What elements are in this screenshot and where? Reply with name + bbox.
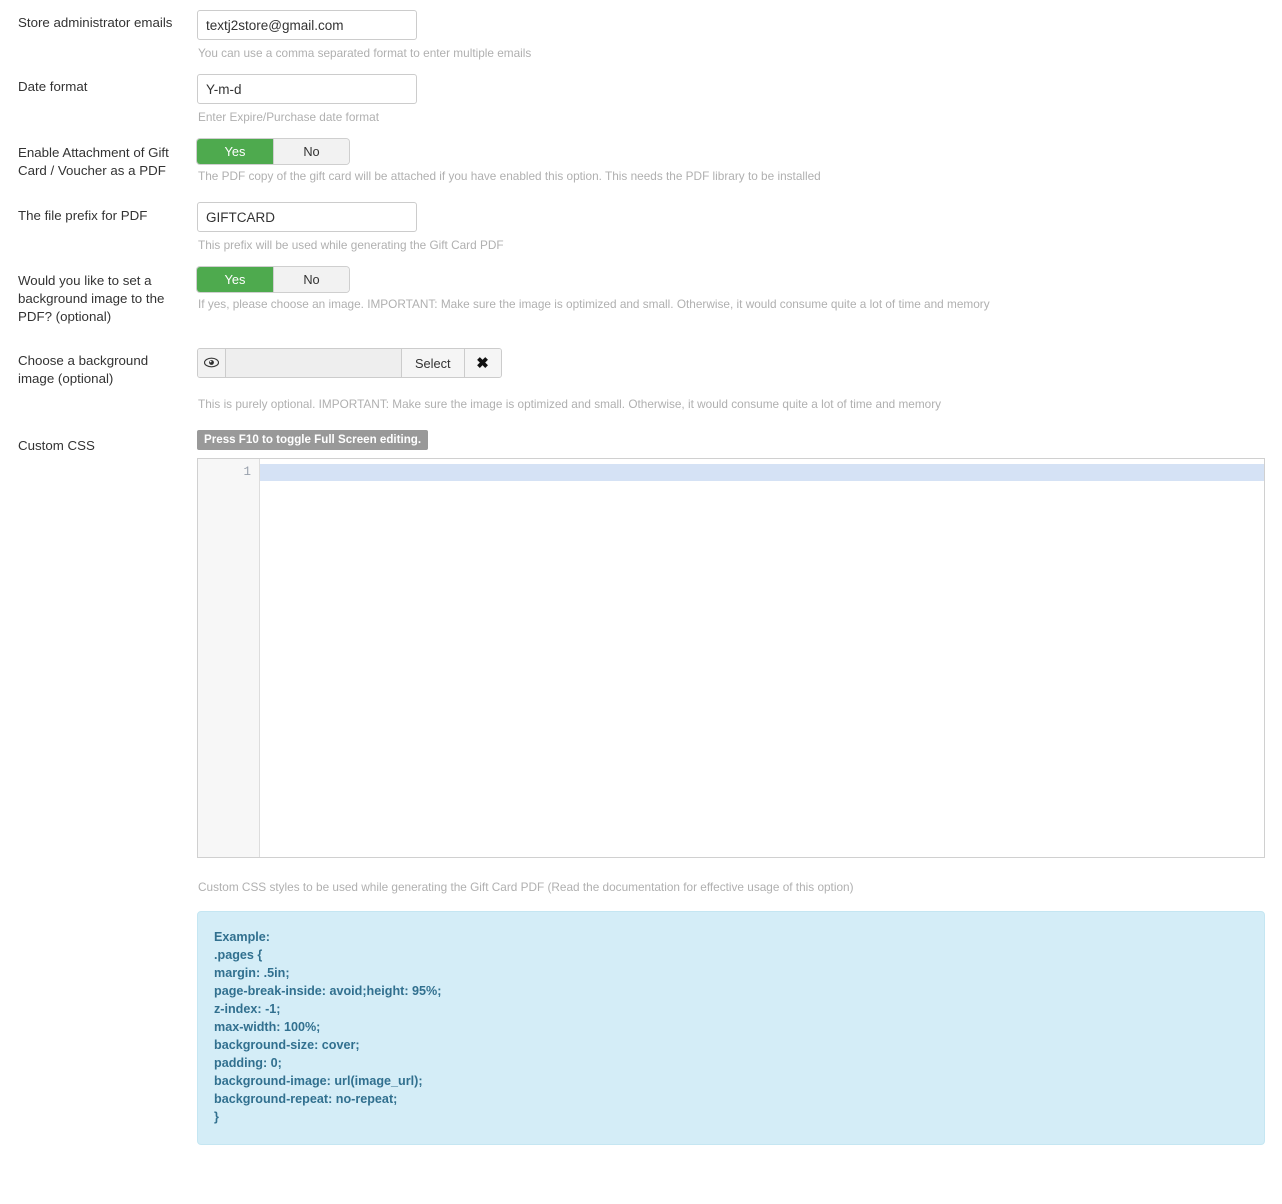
example-line: background-repeat: no-repeat; [214, 1092, 398, 1106]
enable-pdf-attachment-toggle[interactable]: Yes No [197, 139, 349, 164]
example-line: margin: .5in; [214, 966, 290, 980]
set-background-image-toggle[interactable]: Yes No [197, 267, 349, 292]
preview-button[interactable] [198, 349, 226, 377]
set-background-image-no[interactable]: No [273, 267, 349, 292]
editor-code-text[interactable] [260, 459, 1264, 464]
example-line: Example: [214, 930, 270, 944]
file-prefix-input[interactable] [197, 202, 417, 232]
label-file-prefix: The file prefix for PDF [18, 208, 148, 223]
example-line: background-size: cover; [214, 1038, 360, 1052]
set-background-image-yes[interactable]: Yes [197, 267, 273, 292]
label-enable-pdf-attachment: Enable Attachment of Gift Card / Voucher… [18, 145, 169, 178]
help-admin-emails: You can use a comma separated format to … [198, 46, 532, 60]
date-format-input[interactable] [197, 74, 417, 104]
example-line: } [214, 1110, 219, 1124]
help-set-background-image: If yes, please choose an image. IMPORTAN… [198, 297, 990, 311]
css-example-panel: Example: .pages { margin: .5in; page-bre… [197, 911, 1265, 1145]
example-line: padding: 0; [214, 1056, 282, 1070]
help-custom-css: Custom CSS styles to be used while gener… [198, 880, 854, 894]
help-file-prefix: This prefix will be used while generatin… [198, 238, 504, 252]
label-choose-background-image: Choose a background image (optional) [18, 353, 149, 386]
help-enable-pdf-attachment: The PDF copy of the gift card will be at… [198, 169, 821, 183]
custom-css-code-editor[interactable]: 1 [197, 458, 1265, 858]
fullscreen-hint-badge: Press F10 to toggle Full Screen editing. [197, 430, 429, 450]
background-image-picker: Select ✖ [197, 348, 502, 378]
clear-image-button[interactable]: ✖ [464, 349, 501, 377]
background-image-input[interactable] [226, 349, 401, 377]
example-line: background-image: url(image_url); [214, 1074, 423, 1088]
label-set-background-image: Would you like to set a background image… [18, 273, 165, 324]
select-image-button[interactable]: Select [401, 349, 465, 377]
example-line: page-break-inside: avoid;height: 95%; [214, 984, 442, 998]
help-choose-background-image: This is purely optional. IMPORTANT: Make… [198, 397, 942, 411]
enable-pdf-attachment-yes[interactable]: Yes [197, 139, 273, 164]
example-line: z-index: -1; [214, 1002, 281, 1016]
enable-pdf-attachment-no[interactable]: No [273, 139, 349, 164]
label-custom-css: Custom CSS [18, 438, 95, 453]
editor-gutter: 1 [198, 459, 260, 857]
label-admin-emails: Store administrator emails [18, 15, 173, 30]
line-number: 1 [243, 465, 251, 479]
example-line: .pages { [214, 948, 263, 962]
label-date-format: Date format [18, 79, 88, 94]
editor-code-area[interactable] [260, 459, 1264, 857]
example-line: max-width: 100%; [214, 1020, 321, 1034]
help-date-format: Enter Expire/Purchase date format [198, 110, 379, 124]
editor-active-line-highlight [260, 464, 1264, 481]
admin-emails-input[interactable] [197, 10, 417, 40]
eye-icon [203, 356, 220, 371]
